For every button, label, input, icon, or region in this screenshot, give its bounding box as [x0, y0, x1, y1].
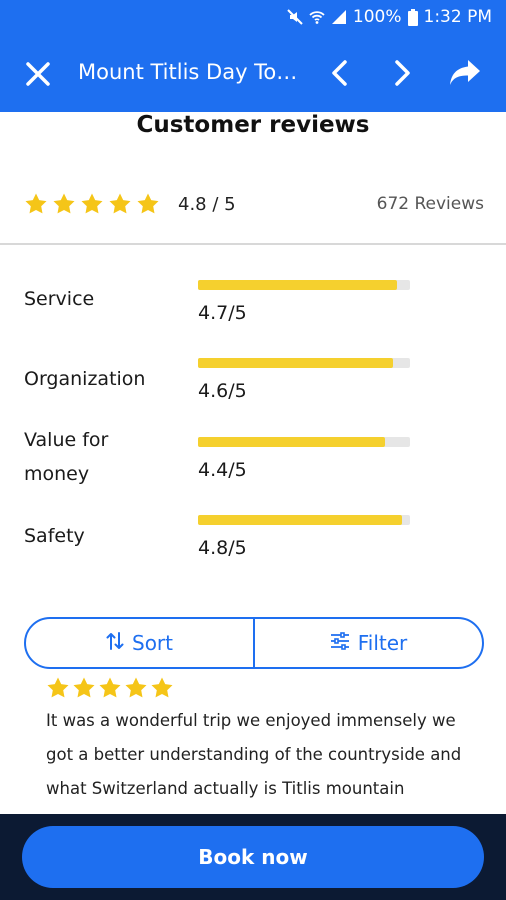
star-icon	[99, 677, 121, 698]
rating-bar	[198, 515, 410, 525]
star-icon	[73, 677, 95, 698]
sort-icon	[106, 631, 124, 656]
rating-value: 4.4/5	[198, 459, 247, 481]
star-icon	[53, 193, 75, 214]
sort-label: Sort	[132, 631, 173, 655]
overall-stars	[24, 192, 160, 216]
review-text: It was a wonderful trip we enjoyed immen…	[46, 711, 462, 798]
star-icon	[81, 193, 103, 214]
book-now-button[interactable]: Book now	[22, 826, 484, 888]
clock: 1:32 PM	[423, 7, 493, 27]
review-stars	[46, 676, 174, 700]
page-title: Mount Titlis Day Tour...	[78, 60, 310, 84]
rating-bar-fill	[198, 280, 398, 290]
chevron-right-icon[interactable]	[388, 58, 416, 88]
filter-label: Filter	[357, 631, 408, 655]
rating-row-service: Service 4.7/5	[24, 280, 484, 340]
overall-score: 4.8 / 5	[178, 193, 236, 215]
signal-icon	[331, 9, 347, 25]
close-icon[interactable]	[22, 58, 54, 90]
sort-filter-bar: Sort Filter	[24, 617, 484, 669]
rating-value: 4.8/5	[198, 537, 247, 559]
app-bar: Mount Titlis Day Tour...	[0, 34, 506, 112]
rating-value: 4.7/5	[198, 302, 247, 324]
rating-label: Organization	[24, 368, 146, 390]
star-icon	[25, 193, 47, 214]
share-icon[interactable]	[448, 58, 482, 88]
rating-bar	[198, 437, 410, 447]
star-icon	[137, 193, 159, 214]
rating-bar	[198, 280, 410, 290]
rating-label: Service	[24, 288, 95, 310]
star-icon	[109, 193, 131, 214]
divider	[0, 243, 506, 245]
rating-row-organization: Organization 4.6/5	[24, 358, 484, 418]
mute-icon	[287, 9, 303, 25]
rating-row-value-for-money: Value for money 4.4/5	[24, 429, 484, 501]
wifi-icon	[309, 9, 325, 25]
filter-icon	[330, 631, 350, 655]
rating-label: Safety	[24, 525, 85, 547]
battery-percent: 100%	[352, 7, 402, 27]
bottom-bar: Book now	[0, 814, 506, 900]
chevron-left-icon[interactable]	[326, 58, 354, 88]
sort-button[interactable]: Sort	[26, 619, 253, 667]
battery-icon	[407, 8, 418, 26]
star-icon	[125, 677, 147, 698]
rating-row-safety: Safety 4.8/5	[24, 515, 484, 575]
rating-value: 4.6/5	[198, 380, 247, 402]
status-bar: 100% 1:32 PM	[0, 0, 506, 34]
filter-button[interactable]: Filter	[255, 619, 482, 667]
rating-bar	[198, 358, 410, 368]
rating-summary: 4.8 / 5 672 Reviews	[24, 188, 484, 220]
review-count[interactable]: 672 Reviews	[377, 194, 484, 214]
rating-bar-fill	[198, 515, 402, 525]
star-icon	[47, 677, 69, 698]
section-title: Customer reviews	[136, 112, 370, 138]
rating-label: Value for money	[24, 429, 109, 485]
rating-bar-fill	[198, 358, 394, 368]
star-icon	[151, 677, 173, 698]
rating-bar-fill	[198, 437, 385, 447]
